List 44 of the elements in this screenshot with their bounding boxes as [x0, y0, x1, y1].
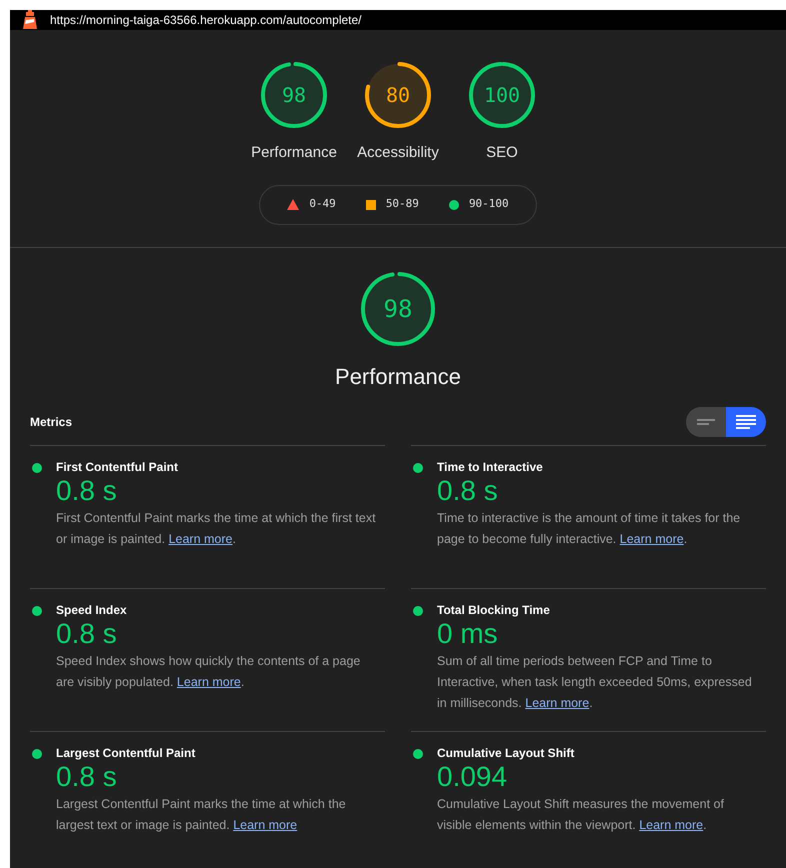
learn-more-link[interactable]: Learn more	[168, 532, 233, 546]
learn-more-link[interactable]: Learn more	[176, 674, 241, 688]
metric-description: First Contentful Paint marks the time at which the first text or image is painted. Learn more.	[56, 510, 377, 548]
learn-more-link[interactable]: Learn more	[620, 532, 684, 546]
metric-value: 0.8 s	[437, 474, 499, 508]
metric-value: 0.8 s	[56, 616, 118, 650]
metric-value: 0.094	[437, 760, 508, 794]
metric-title: First Contentful Paint	[56, 460, 179, 474]
metric-title: Speed Index	[56, 602, 128, 616]
gauge-label: Performance	[251, 143, 337, 163]
metric-title: Largest Contentful Paint	[56, 746, 196, 760]
metric-description: Cumulative Layout Shift measures the movement of visible elements within the viewport. Learn more.	[437, 796, 725, 834]
legend-range: 50-89	[386, 196, 419, 212]
gauge-label: Accessibility	[357, 143, 439, 163]
lines-icon	[697, 418, 715, 424]
metric-title: Time to Interactive	[437, 460, 544, 474]
square-icon	[366, 200, 376, 210]
metrics-heading: Metrics	[30, 414, 72, 430]
metric-value: 0 ms	[437, 616, 499, 650]
score-value: 98	[282, 82, 306, 109]
metric-description: Time to interactive is the amount of time it takes for the page to become fully interactive. Learn more.	[437, 510, 742, 548]
view-toggle-button[interactable]	[726, 406, 766, 436]
legend-range: 90-100	[468, 196, 509, 212]
learn-more-link[interactable]: Learn more	[525, 696, 590, 710]
score-value: 80	[386, 82, 410, 109]
view-toggle-button[interactable]	[686, 406, 726, 436]
lighthouse-icon	[22, 10, 38, 30]
score-value: 100	[484, 82, 520, 109]
category-title: Performance	[335, 362, 461, 390]
score-value: 98	[384, 294, 412, 324]
learn-more-link[interactable]: Learn more	[639, 818, 704, 832]
page-url: https://morning-taiga-63566.herokuapp.com/autocomplete/	[50, 12, 362, 29]
lines-icon	[736, 414, 756, 428]
triangle-icon	[287, 199, 300, 210]
learn-more-link[interactable]: Learn more	[233, 818, 298, 832]
metric-value: 0.8 s	[56, 474, 118, 508]
metric-description: Sum of all time periods between FCP and Time to Interactive, when task length exceeded 50ms, expressed in milliseconds. Learn more.	[437, 652, 753, 712]
legend-range: 0-49	[309, 196, 336, 212]
metric-value: 0.8 s	[56, 760, 118, 794]
gauge-label: SEO	[486, 143, 518, 163]
metric-description: Speed Index shows how quickly the contents of a page are visibly populated. Learn more.	[56, 652, 362, 691]
metric-title: Total Blocking Time	[437, 602, 551, 616]
metric-title: Cumulative Layout Shift	[437, 746, 576, 760]
metric-description: Largest Contentful Paint marks the time at which the largest text or image is painted. Learn more	[56, 796, 347, 834]
